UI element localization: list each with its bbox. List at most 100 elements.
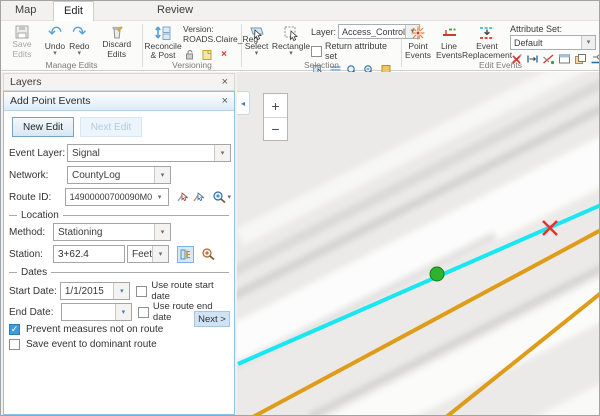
group-label-versioning: Versioning: [143, 60, 241, 70]
location-section-separator: Location: [9, 210, 229, 221]
network-combo[interactable]: CountyLog ▾: [67, 166, 171, 184]
group-selection: Select ▾ Rectangle ▾ Layer:: [242, 21, 401, 71]
redo-dropdown-caret[interactable]: ▾: [78, 51, 82, 56]
station-units-value: Feet: [128, 249, 152, 260]
point-events-icon: [410, 24, 426, 42]
method-value: Stationing: [54, 227, 154, 238]
highlighted-route-line: [238, 205, 600, 364]
group-label-manage-edits: Manage Edits: [1, 60, 142, 70]
next-button[interactable]: Next >: [194, 311, 230, 327]
map-zoom-control: + −: [263, 93, 288, 141]
method-label: Method:: [9, 227, 53, 238]
event-layer-combo[interactable]: Signal ▾: [67, 144, 231, 162]
network-label: Network:: [9, 170, 67, 181]
next-edit-button[interactable]: Next Edit: [80, 117, 142, 137]
station-units-combo-arrow[interactable]: ▾: [152, 246, 168, 262]
method-combo-arrow[interactable]: ▾: [154, 224, 170, 240]
reconcile-post-label: Reconcile & Post: [144, 42, 181, 61]
station-units-combo[interactable]: Feet ▾: [127, 245, 169, 263]
attribute-set-value: Default: [511, 38, 581, 48]
prevent-measures-label: Prevent measures not on route: [26, 324, 163, 335]
discard-edits-button[interactable]: Discard Edits: [91, 23, 142, 59]
add-point-events-title: Add Point Events: [10, 95, 222, 107]
tab-edit[interactable]: Edit: [53, 1, 94, 21]
save-edits-label: Save Edits: [3, 40, 41, 59]
reconcile-icon: [154, 24, 172, 42]
group-label-edit-events: Edit Events: [402, 60, 599, 70]
clear-route-selection-icon[interactable]: [191, 189, 207, 206]
dates-section-label: Dates: [21, 267, 47, 278]
route-id-combo-arrow[interactable]: ▾: [152, 189, 168, 205]
undo-dropdown-caret[interactable]: ▾: [53, 51, 57, 56]
layer-combo-value: Access_Control: [339, 27, 405, 37]
attribute-set-label: Attribute Set:: [510, 24, 596, 34]
select-route-on-map-icon[interactable]: [175, 189, 191, 206]
use-route-start-date-checkbox[interactable]: [136, 286, 147, 297]
tab-review[interactable]: Review: [147, 1, 203, 21]
zoom-out-button[interactable]: −: [264, 117, 287, 140]
map-view[interactable]: ◂ + −: [237, 72, 600, 416]
event-replacement-button[interactable]: Event Replacement: [464, 23, 510, 65]
network-combo-arrow[interactable]: ▾: [154, 167, 170, 183]
tab-map[interactable]: Map: [5, 1, 46, 21]
end-date-combo[interactable]: ▾: [61, 303, 132, 321]
rectangle-select-icon: [283, 24, 300, 42]
route-id-combo[interactable]: 14900000700090M01 ▾: [65, 188, 169, 206]
zoom-in-button[interactable]: +: [264, 94, 287, 117]
pane-collapse-tab[interactable]: ◂: [237, 91, 250, 115]
reconcile-post-button[interactable]: Reconcile & Post: [143, 23, 183, 61]
station-picker-tool-icon[interactable]: [177, 246, 194, 263]
return-attribute-set-label: Return attribute set: [325, 41, 397, 61]
dates-section-separator: Dates: [9, 267, 229, 278]
select-tool-icon: [248, 24, 265, 42]
undo-button[interactable]: ↶ Undo ▾: [43, 23, 67, 59]
event-point-marker: [430, 267, 444, 281]
save-edits-button[interactable]: Save Edits: [1, 23, 43, 59]
event-layer-combo-arrow[interactable]: ▾: [214, 145, 230, 161]
prevent-measures-checkbox[interactable]: ✓: [9, 324, 20, 335]
route-id-label: Route ID:: [9, 192, 65, 203]
start-date-combo-arrow[interactable]: ▾: [113, 283, 129, 299]
zoom-to-station-icon[interactable]: [200, 246, 217, 263]
event-replacement-label: Event Replacement: [462, 42, 512, 61]
new-edit-button[interactable]: New Edit: [12, 117, 74, 137]
group-label-selection: Selection: [242, 60, 401, 70]
end-date-label: End Date:: [9, 307, 61, 318]
trash-icon: [109, 24, 125, 40]
attribute-set-combo[interactable]: Default ▾: [510, 35, 596, 50]
line-events-button[interactable]: Line Events: [434, 23, 464, 65]
discard-edits-label: Discard Edits: [93, 40, 140, 59]
add-point-events-close-icon[interactable]: ×: [222, 95, 228, 107]
redo-button[interactable]: ↷ Redo ▾: [67, 23, 91, 59]
station-input[interactable]: [53, 245, 125, 263]
road-line-1: [251, 230, 600, 416]
start-date-value: 1/1/2015: [61, 286, 113, 297]
network-value: CountyLog: [68, 170, 154, 181]
return-attribute-set-checkbox[interactable]: [311, 46, 322, 57]
attribute-set-combo-arrow[interactable]: ▾: [581, 36, 595, 49]
add-point-events-header: Add Point Events ×: [4, 92, 234, 111]
location-section-label: Location: [21, 210, 59, 221]
ribbon: Map Edit Review Save Edits ↶ Undo: [1, 1, 599, 71]
end-date-combo-arrow[interactable]: ▾: [115, 304, 131, 320]
zoom-to-route-icon[interactable]: [211, 189, 227, 206]
use-route-end-date-checkbox[interactable]: [138, 307, 149, 318]
zoom-to-route-caret[interactable]: ▾: [227, 195, 231, 200]
save-icon: [14, 24, 30, 40]
method-combo[interactable]: Stationing ▾: [53, 223, 171, 241]
line-events-icon: [441, 24, 458, 42]
left-pane: Layers × Add Point Events × New Edit Nex…: [1, 72, 237, 416]
add-point-events-panel: Add Point Events × New Edit Next Edit Ev…: [3, 91, 235, 415]
point-events-label: Point Events: [404, 42, 432, 61]
select-dropdown-caret[interactable]: ▾: [255, 51, 259, 56]
rectangle-dropdown-caret[interactable]: ▾: [289, 51, 293, 56]
layers-close-icon[interactable]: ×: [222, 76, 228, 88]
group-versioning: Reconcile & Post Version: ROADS.Claire_R…: [143, 21, 241, 71]
point-events-button[interactable]: Point Events: [402, 23, 434, 65]
app-window: Map Edit Review Save Edits ↶ Undo: [0, 0, 600, 416]
station-label: Station:: [9, 249, 53, 260]
layers-pane-title: Layers: [10, 76, 222, 88]
layers-pane-header: Layers ×: [3, 73, 235, 91]
start-date-combo[interactable]: 1/1/2015 ▾: [60, 282, 130, 300]
save-dominant-checkbox[interactable]: [9, 339, 20, 350]
